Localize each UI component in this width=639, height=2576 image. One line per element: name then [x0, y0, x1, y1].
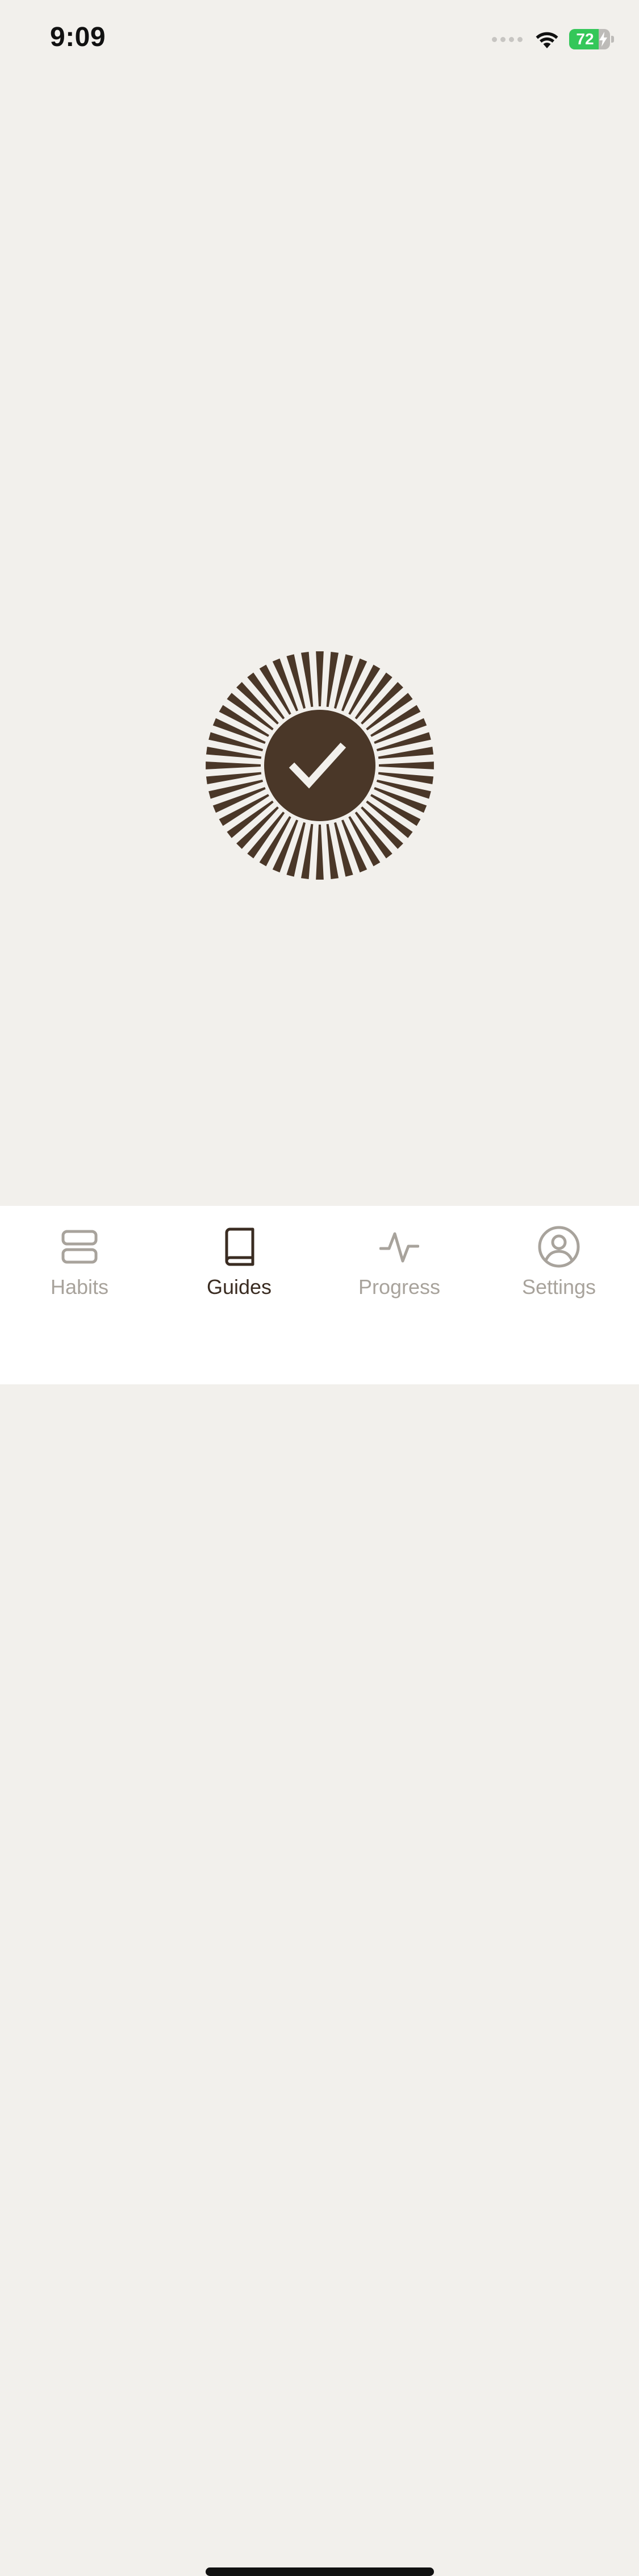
- cellular-signal-icon: [492, 36, 523, 42]
- sunburst-ray: [376, 732, 431, 751]
- home-indicator[interactable]: [206, 2567, 434, 2576]
- status-time: 9:09: [50, 22, 106, 52]
- sunburst-ray: [334, 822, 353, 877]
- battery-cap: [611, 36, 614, 43]
- sunburst-ray: [334, 654, 353, 709]
- sunburst-ray: [316, 651, 324, 707]
- tab-label-habits: Habits: [50, 1275, 109, 1299]
- tab-habits[interactable]: Habits: [17, 1206, 142, 1308]
- tab-progress[interactable]: Progress: [337, 1206, 462, 1308]
- bolt-icon: [599, 32, 607, 47]
- wifi-icon: [536, 32, 558, 48]
- habits-icon: [58, 1225, 101, 1268]
- sunburst-ray: [376, 780, 431, 799]
- person-circle-icon: [537, 1225, 580, 1268]
- checkmark-circle: [264, 710, 375, 821]
- tab-settings[interactable]: Settings: [496, 1206, 621, 1308]
- status-indicators: 72: [492, 27, 614, 51]
- tab-label-guides: Guides: [206, 1275, 272, 1299]
- sunburst-ray: [208, 780, 264, 799]
- sunburst-ray: [286, 822, 306, 877]
- sunburst-ray: [286, 654, 306, 709]
- sunburst-ray: [378, 761, 434, 769]
- sunburst-ray: [208, 732, 264, 751]
- book-icon: [218, 1225, 261, 1268]
- activity-icon: [378, 1225, 421, 1268]
- main-content: [0, 75, 639, 1206]
- checkmark-sunburst-icon: [206, 651, 434, 880]
- status-bar: 9:09 72: [0, 0, 639, 75]
- tab-label-progress: Progress: [358, 1275, 441, 1299]
- tab-bar: Habits Guides Progress Settings: [0, 1206, 639, 2576]
- battery-indicator: 72: [569, 29, 610, 49]
- tab-guides[interactable]: Guides: [177, 1206, 302, 1308]
- sunburst-ray: [206, 761, 261, 769]
- battery-level: 72: [576, 30, 594, 48]
- tab-label-settings: Settings: [521, 1275, 596, 1299]
- sunburst-ray: [316, 824, 324, 880]
